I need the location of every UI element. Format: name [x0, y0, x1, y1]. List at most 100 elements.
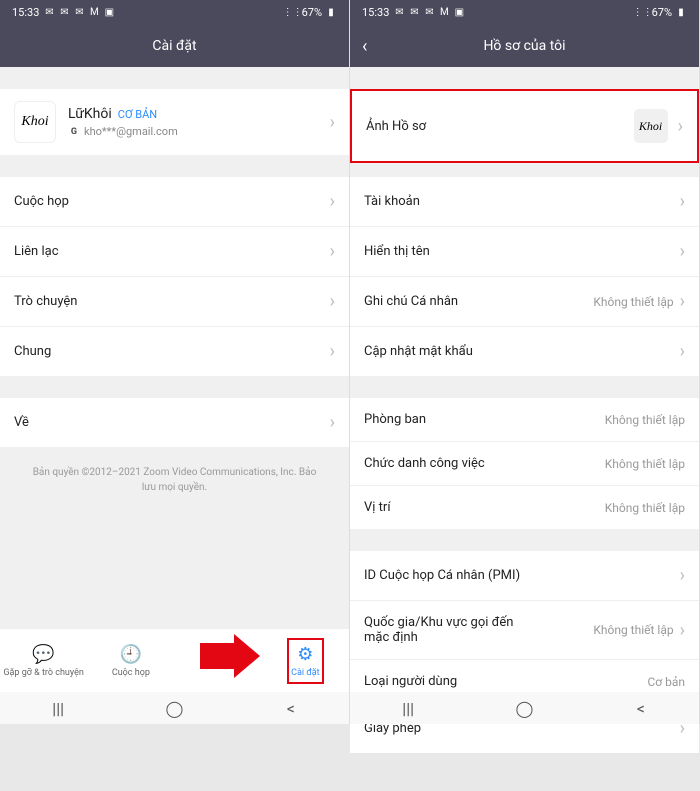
chevron-right-icon: ›: [680, 565, 685, 586]
item-pmi[interactable]: ID Cuộc họp Cá nhân (PMI) ›: [350, 551, 699, 601]
sys-back-button[interactable]: <: [611, 699, 671, 718]
status-time: 15:33: [362, 6, 389, 19]
chevron-right-icon: ›: [330, 191, 335, 212]
status-app-icons: ✉✉✉M▣: [393, 7, 465, 19]
item-value: Cơ bản: [647, 675, 685, 689]
chevron-right-icon: ›: [330, 241, 335, 262]
nav-label: Cuộc họp: [112, 668, 150, 678]
item-display-name[interactable]: Hiển thị tên ›: [350, 227, 699, 277]
clock-icon: 🕘: [120, 644, 142, 665]
profile-group-work: Phòng ban Không thiết lập Chức danh công…: [350, 398, 699, 529]
status-bar: 15:33 ✉✉✉M▣ ⋮⋮ 67% ▮: [0, 0, 349, 25]
system-nav: ||| ◯ <: [350, 692, 699, 724]
sys-home-button[interactable]: ◯: [494, 699, 554, 718]
status-app-icons: ✉✉✉M▣: [43, 7, 115, 19]
item-department[interactable]: Phòng ban Không thiết lập: [350, 398, 699, 442]
profile-plan-tag: CƠ BẢN: [118, 108, 157, 121]
bottom-nav: 💬 Gặp gỡ & trò chuyện 🕘 Cuộc họp 👤 ⚙ Cài…: [0, 628, 349, 692]
item-job-title[interactable]: Chức danh công việc Không thiết lập: [350, 442, 699, 486]
profile-photo-row[interactable]: Ảnh Hồ sơ Khoi ›: [350, 89, 699, 163]
item-update-password[interactable]: Cập nhật mật khẩu ›: [350, 327, 699, 376]
app-header: Cài đặt: [0, 25, 349, 67]
header-title: Hồ sơ của tôi: [483, 38, 565, 54]
profile-row[interactable]: Khoi LữKhôi CƠ BẢN kho***@gmail.com ›: [0, 89, 349, 155]
profile-group-account: Tài khoản › Hiển thị tên › Ghi chú Cá nh…: [350, 177, 699, 376]
right-screen: 15:33 ✉✉✉M▣ ⋮⋮ 67% ▮ ‹ Hồ sơ của tôi Ảnh…: [350, 0, 700, 724]
gear-icon: ⚙: [297, 644, 313, 665]
copyright-text: Bản quyền ©2012–2021 Zoom Video Communic…: [0, 447, 349, 513]
nav-settings[interactable]: ⚙ Cài đặt: [262, 638, 349, 684]
item-label: Phòng ban: [364, 412, 426, 427]
avatar: Khoi: [634, 109, 668, 143]
item-value: Không thiết lập: [605, 413, 685, 427]
battery-icon: ▮: [325, 7, 337, 19]
item-value: Không thiết lập: [593, 295, 673, 309]
item-label: Về: [14, 415, 29, 430]
item-chat[interactable]: Trò chuyện ›: [0, 277, 349, 327]
item-value: Không thiết lập: [605, 501, 685, 515]
item-label: ID Cuộc họp Cá nhân (PMI): [364, 568, 520, 583]
nav-meetings[interactable]: 🕘 Cuộc họp: [87, 644, 174, 678]
chevron-right-icon: ›: [680, 241, 685, 262]
item-value: Không thiết lập: [605, 457, 685, 471]
battery-pct: 67%: [302, 6, 322, 19]
app-header: ‹ Hồ sơ của tôi: [350, 25, 699, 67]
chevron-right-icon: ›: [680, 341, 685, 362]
sys-recent-button[interactable]: |||: [378, 699, 438, 718]
profile-name: LữKhôi: [68, 106, 112, 122]
nav-label: Gặp gỡ & trò chuyện: [3, 668, 83, 678]
item-label: Loại người dùng: [364, 674, 457, 689]
sys-recent-button[interactable]: |||: [28, 699, 88, 718]
item-label: Tài khoản: [364, 194, 420, 209]
sys-home-button[interactable]: ◯: [144, 699, 204, 718]
chevron-right-icon: ›: [330, 341, 335, 362]
chevron-right-icon: ›: [680, 291, 685, 312]
nav-label: Cài đặt: [291, 668, 319, 678]
battery-icon: ▮: [675, 7, 687, 19]
item-label: Cuộc họp: [14, 194, 69, 209]
chevron-right-icon: ›: [330, 412, 335, 433]
sys-back-button[interactable]: <: [261, 699, 321, 718]
settings-list-1: Cuộc họp › Liên lạc › Trò chuyện › Chung…: [0, 177, 349, 376]
item-label: Liên lạc: [14, 244, 59, 259]
chevron-right-icon: ›: [678, 116, 683, 137]
photo-label: Ảnh Hồ sơ: [366, 119, 426, 134]
item-label: Quốc gia/Khu vực gọi đến mặc định: [364, 615, 524, 645]
battery-pct: 67%: [652, 6, 672, 19]
chevron-right-icon: ›: [330, 291, 335, 312]
item-label: Chung: [14, 344, 51, 359]
wifi-icon: ⋮⋮: [637, 7, 649, 19]
item-value: Không thiết lập: [593, 623, 673, 637]
item-general[interactable]: Chung ›: [0, 327, 349, 376]
profile-email: kho***@gmail.com: [84, 125, 178, 138]
item-location[interactable]: Vị trí Không thiết lập: [350, 486, 699, 529]
google-icon: [68, 126, 80, 138]
item-label: Vị trí: [364, 500, 391, 515]
status-bar: 15:33 ✉✉✉M▣ ⋮⋮ 67% ▮: [350, 0, 699, 25]
item-label: Hiển thị tên: [364, 244, 430, 259]
chevron-right-icon: ›: [680, 620, 685, 641]
chevron-right-icon: ›: [330, 112, 335, 133]
system-nav: ||| ◯ <: [0, 692, 349, 724]
left-screen: 15:33 ✉✉✉M▣ ⋮⋮ 67% ▮ Cài đặt Khoi LữKhôi…: [0, 0, 350, 724]
item-personal-note[interactable]: Ghi chú Cá nhân Không thiết lập ›: [350, 277, 699, 327]
item-meetings[interactable]: Cuộc họp ›: [0, 177, 349, 227]
item-account[interactable]: Tài khoản ›: [350, 177, 699, 227]
item-label: Cập nhật mật khẩu: [364, 344, 473, 359]
chat-bubble-icon: 💬: [32, 644, 54, 665]
item-label: Ghi chú Cá nhân: [364, 294, 458, 309]
header-title: Cài đặt: [152, 38, 196, 54]
chevron-right-icon: ›: [680, 191, 685, 212]
item-default-region[interactable]: Quốc gia/Khu vực gọi đến mặc định Không …: [350, 601, 699, 660]
settings-list-about: Về ›: [0, 398, 349, 447]
back-button[interactable]: ‹: [362, 36, 367, 57]
wifi-icon: ⋮⋮: [287, 7, 299, 19]
item-about[interactable]: Về ›: [0, 398, 349, 447]
item-label: Chức danh công việc: [364, 456, 485, 471]
nav-chat[interactable]: 💬 Gặp gỡ & trò chuyện: [0, 644, 87, 678]
status-time: 15:33: [12, 6, 39, 19]
item-label: Trò chuyện: [14, 294, 77, 309]
highlight-arrow-icon: [200, 634, 260, 678]
item-contacts[interactable]: Liên lạc ›: [0, 227, 349, 277]
avatar: Khoi: [14, 101, 56, 143]
